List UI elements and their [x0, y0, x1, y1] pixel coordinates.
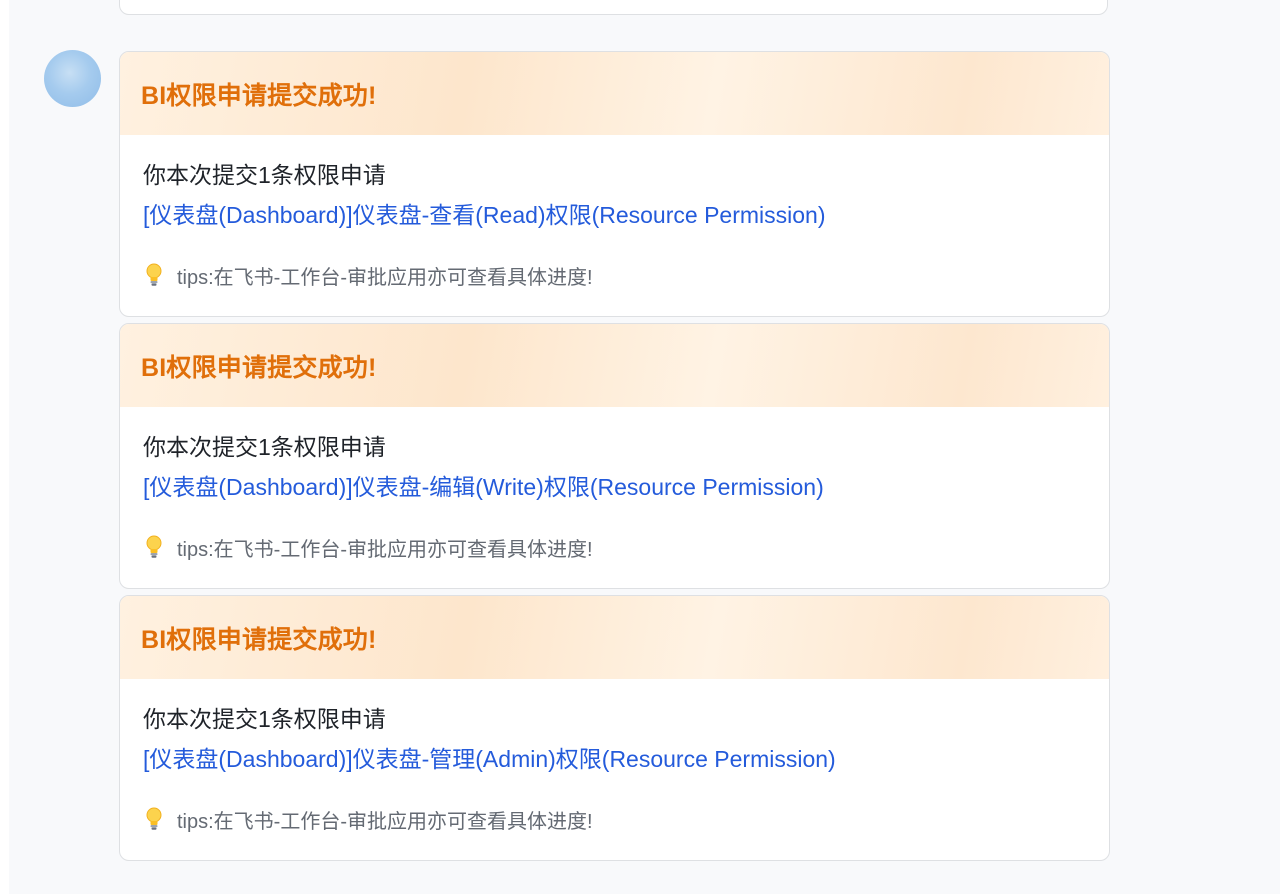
previous-message-card	[119, 0, 1108, 15]
permission-link[interactable]: [仪表盘(Dashboard)]仪表盘-管理(Admin)权限(Resource…	[143, 743, 1109, 775]
message-card: BI权限申请提交成功! 你本次提交1条权限申请 [仪表盘(Dashboard)]…	[119, 51, 1110, 317]
message-card: BI权限申请提交成功! 你本次提交1条权限申请 [仪表盘(Dashboard)]…	[119, 595, 1110, 861]
request-summary: 你本次提交1条权限申请	[143, 162, 386, 188]
tip-row: tips:在飞书-工作台-审批应用亦可查看具体进度!	[143, 533, 1109, 561]
card-title: BI权限申请提交成功!	[141, 81, 377, 110]
card-title: BI权限申请提交成功!	[141, 353, 377, 382]
request-summary: 你本次提交1条权限申请	[143, 434, 386, 460]
tip-text: tips:在飞书-工作台-审批应用亦可查看具体进度!	[177, 538, 593, 561]
card-header: BI权限申请提交成功!	[120, 324, 1109, 407]
permission-link[interactable]: [仪表盘(Dashboard)]仪表盘-查看(Read)权限(Resource …	[143, 199, 1109, 231]
message-card: BI权限申请提交成功! 你本次提交1条权限申请 [仪表盘(Dashboard)]…	[119, 323, 1110, 589]
lightbulb-icon	[146, 535, 162, 558]
tip-row: tips:在飞书-工作台-审批应用亦可查看具体进度!	[143, 261, 1109, 289]
card-header: BI权限申请提交成功!	[120, 596, 1109, 679]
request-summary: 你本次提交1条权限申请	[143, 706, 386, 732]
tip-text: tips:在飞书-工作台-审批应用亦可查看具体进度!	[177, 810, 593, 833]
card-title: BI权限申请提交成功!	[141, 625, 377, 654]
card-body: 你本次提交1条权限申请 [仪表盘(Dashboard)]仪表盘-管理(Admin…	[120, 679, 1109, 833]
bot-avatar[interactable]	[44, 50, 101, 107]
tip-text: tips:在飞书-工作台-审批应用亦可查看具体进度!	[177, 266, 593, 289]
lightbulb-icon	[146, 807, 162, 830]
card-header: BI权限申请提交成功!	[120, 52, 1109, 135]
permission-link[interactable]: [仪表盘(Dashboard)]仪表盘-编辑(Write)权限(Resource…	[143, 471, 1109, 503]
lightbulb-icon	[146, 263, 162, 286]
tip-row: tips:在飞书-工作台-审批应用亦可查看具体进度!	[143, 805, 1109, 833]
card-body: 你本次提交1条权限申请 [仪表盘(Dashboard)]仪表盘-查看(Read)…	[120, 135, 1109, 289]
card-body: 你本次提交1条权限申请 [仪表盘(Dashboard)]仪表盘-编辑(Write…	[120, 407, 1109, 561]
